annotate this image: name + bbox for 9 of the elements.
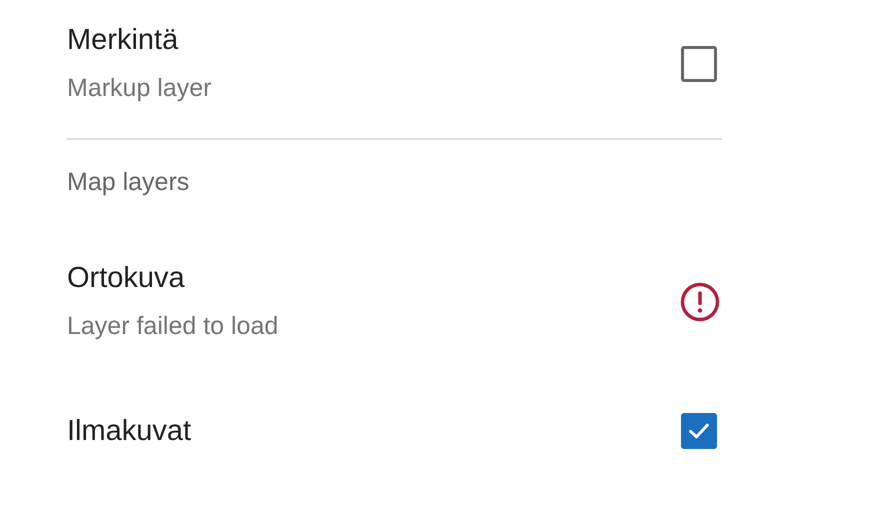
checkbox[interactable] xyxy=(681,413,717,449)
checkbox[interactable] xyxy=(681,46,717,82)
layer-title: Ilmakuvat xyxy=(67,414,192,449)
section-header: Map layers xyxy=(67,167,190,198)
layer-title: Ortokuva xyxy=(67,261,186,296)
layer-subtitle: Layer failed to load xyxy=(67,311,278,342)
error-icon xyxy=(680,282,720,322)
layer-title: Merkintä xyxy=(67,23,180,58)
layer-subtitle: Markup layer xyxy=(67,73,212,104)
